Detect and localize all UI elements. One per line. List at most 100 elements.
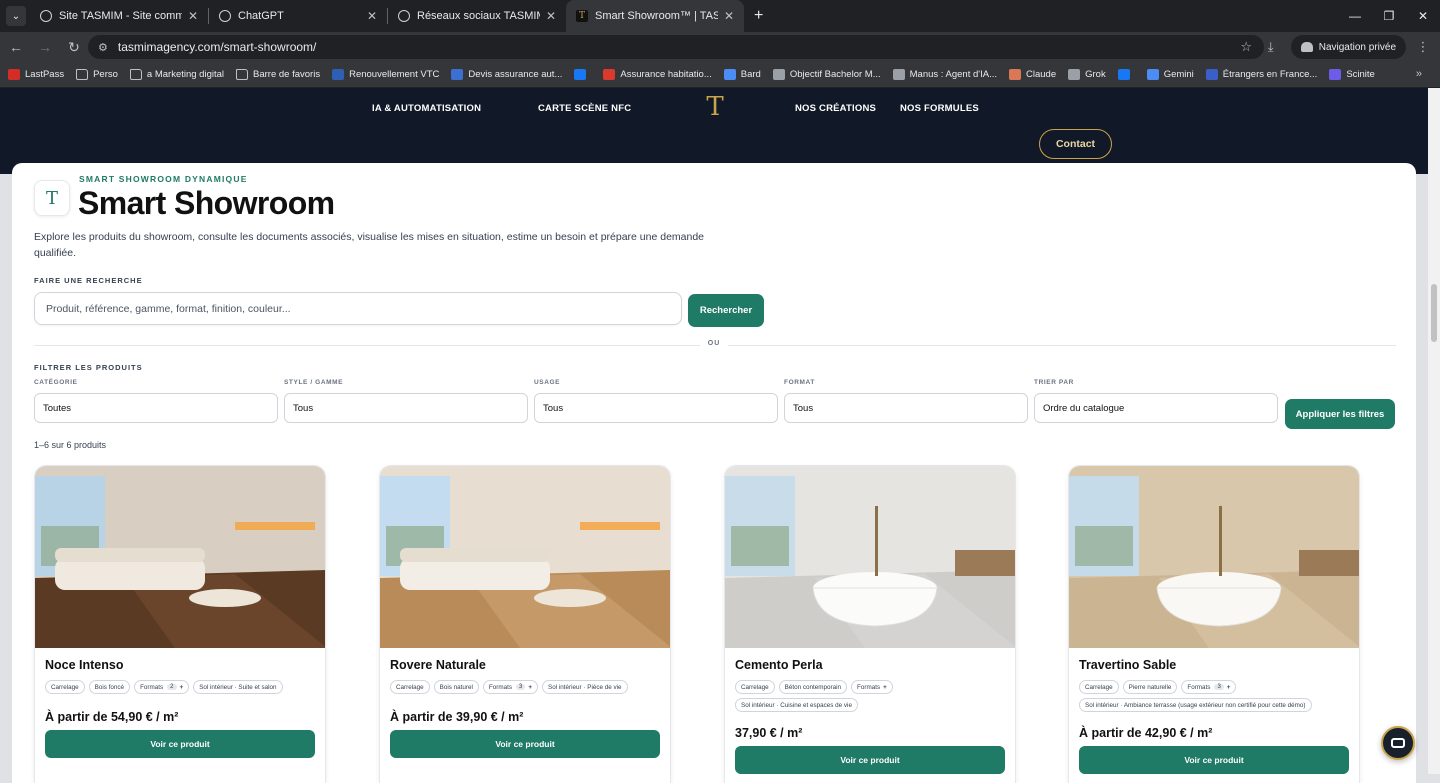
globe-icon bbox=[40, 10, 52, 22]
bookmarks-bar: LastPass Perso a Marketing digital Barre de… bbox=[0, 62, 1440, 88]
new-tab-plus-icon[interactable]: + bbox=[754, 7, 763, 25]
scrollbar-thumb[interactable] bbox=[1431, 284, 1437, 342]
tag-formats: Formats 3 + bbox=[1181, 680, 1237, 694]
bookmark-label: Gemini bbox=[1163, 69, 1194, 80]
tag-usage: Sol intérieur · Suite et salon bbox=[193, 680, 283, 694]
tab-label: Site TASMIM - Site commercial bbox=[59, 10, 182, 22]
product-card[interactable]: Rovere Naturale Carrelage Bois naturel For… bbox=[379, 465, 671, 783]
tasmim-logo[interactable]: T bbox=[702, 94, 728, 120]
search-input[interactable] bbox=[34, 292, 682, 325]
scene-fireplace bbox=[580, 522, 660, 530]
nav-link-nos-creations[interactable]: NOS CRÉATIONS bbox=[795, 103, 876, 114]
bookmark-item[interactable]: Gemini bbox=[1146, 69, 1194, 80]
filter-select-style[interactable]: Tous bbox=[284, 393, 528, 423]
close-icon[interactable]: ✕ bbox=[546, 9, 556, 23]
menu-kebab-icon[interactable]: ⋮ bbox=[1416, 39, 1430, 55]
close-icon[interactable]: ✕ bbox=[188, 9, 198, 23]
filter-select-category[interactable]: Toutes bbox=[34, 393, 278, 423]
site-settings-icon[interactable]: ⚙ bbox=[98, 41, 108, 54]
download-icon[interactable]: ⤓ bbox=[1261, 39, 1281, 55]
browser-tab-3[interactable]: T Smart Showroom™ | TASMIM - ✕ bbox=[566, 0, 744, 32]
bookmark-item[interactable]: Manus : Agent d'IA... bbox=[892, 69, 997, 80]
back-arrow-icon[interactable]: ← bbox=[3, 34, 29, 60]
page-scrollbar[interactable] bbox=[1428, 88, 1440, 774]
site-favicon-icon bbox=[1068, 69, 1081, 80]
showroom-logo-icon: T bbox=[34, 180, 70, 216]
bookmark-item[interactable] bbox=[574, 69, 591, 80]
filter-select-sort[interactable]: Ordre du catalogue bbox=[1034, 393, 1278, 423]
browser-tab-0[interactable]: Site TASMIM - Site commercial ✕ bbox=[30, 0, 208, 32]
bookmark-item[interactable]: Claude bbox=[1009, 69, 1056, 80]
tab-search-chevron-icon[interactable]: ⌄ bbox=[6, 6, 26, 26]
browser-tab-2[interactable]: Réseaux sociaux TASMIM - Mou ✕ bbox=[388, 0, 566, 32]
site-favicon-icon bbox=[603, 69, 616, 80]
tag-formats: Formats + bbox=[851, 680, 893, 694]
bookmark-item[interactable]: Étrangers en France... bbox=[1205, 69, 1317, 80]
nav-link-ia-automatisation[interactable]: IA & AUTOMATISATION bbox=[372, 103, 481, 114]
nav-link-nos-formules[interactable]: NOS FORMULES bbox=[900, 103, 979, 114]
chat-widget-button[interactable] bbox=[1381, 726, 1415, 760]
view-product-button[interactable]: Voir ce produit bbox=[45, 730, 315, 758]
search-button[interactable]: Rechercher bbox=[688, 294, 764, 327]
incognito-badge[interactable]: Navigation privée bbox=[1290, 35, 1406, 59]
page-title: Smart Showroom bbox=[78, 185, 335, 221]
filter-label-style: STYLE / GAMME bbox=[284, 379, 344, 386]
tab-label: Smart Showroom™ | TASMIM - bbox=[595, 10, 718, 22]
restore-icon[interactable]: ❐ bbox=[1372, 0, 1406, 32]
contact-button[interactable]: Contact bbox=[1039, 129, 1112, 159]
bookmark-label: Bard bbox=[740, 69, 761, 80]
view-product-button[interactable]: Voir ce produit bbox=[1079, 746, 1349, 774]
minimize-icon[interactable]: — bbox=[1338, 0, 1372, 32]
browser-tab-1[interactable]: ChatGPT ✕ bbox=[209, 0, 387, 32]
forward-arrow-icon[interactable]: → bbox=[32, 34, 58, 60]
bookmark-item[interactable]: Assurance habitatio... bbox=[603, 69, 712, 80]
bookmark-item[interactable]: a Marketing digital bbox=[129, 69, 224, 80]
product-tags: Carrelage Pierre naturelle Formats 3 + Sol in… bbox=[1079, 680, 1355, 712]
bookmark-item[interactable]: Perso bbox=[76, 69, 118, 80]
nav-link-carte-nfc[interactable]: CARTE SCÈNE NFC bbox=[538, 103, 631, 114]
room-scene-illustration bbox=[380, 466, 670, 648]
tag-category-label: Carrelage bbox=[51, 683, 79, 691]
product-image[interactable] bbox=[380, 466, 670, 648]
reload-icon[interactable]: ↻ bbox=[61, 34, 87, 60]
tag-style: Bois foncé bbox=[88, 680, 131, 694]
bookmark-item[interactable]: LastPass bbox=[8, 69, 64, 80]
product-card[interactable]: Travertino Sable Carrelage Pierre naturel… bbox=[1068, 465, 1360, 783]
tag-formats-label: Formats bbox=[140, 683, 164, 691]
bookmark-item[interactable]: Bard bbox=[723, 69, 761, 80]
bookmark-star-icon[interactable]: ☆ bbox=[1240, 39, 1252, 55]
showroom-panel: T SMART SHOWROOM DYNAMIQUE Smart Showroo… bbox=[12, 163, 1416, 783]
bookmark-item[interactable]: Grok bbox=[1068, 69, 1106, 80]
product-image[interactable] bbox=[35, 466, 325, 648]
close-icon[interactable]: ✕ bbox=[724, 9, 734, 23]
bookmark-item[interactable]: Renouvellement VTC bbox=[332, 69, 439, 80]
tag-category: Carrelage bbox=[45, 680, 85, 694]
close-icon[interactable]: ✕ bbox=[367, 9, 377, 23]
product-card[interactable]: Cemento Perla Carrelage Béton contemporai… bbox=[724, 465, 1016, 783]
bookmarks-overflow-icon[interactable]: » bbox=[1416, 68, 1422, 80]
bookmark-item[interactable] bbox=[1117, 69, 1135, 80]
product-card[interactable]: Noce Intenso Carrelage Bois foncé Formats 2… bbox=[34, 465, 326, 783]
product-price: À partir de 42,90 € / m² bbox=[1079, 726, 1213, 740]
scene-sofa-back bbox=[400, 548, 550, 562]
tag-style-label: Pierre naturelle bbox=[1128, 683, 1172, 691]
room-scene-illustration bbox=[35, 466, 325, 648]
bookmark-item[interactable]: Barre de favoris bbox=[236, 69, 320, 80]
browser-toolbar: ← → ↻ ⚙ tasmimagency.com/smart-showroom/… bbox=[0, 32, 1440, 62]
bookmark-item[interactable]: Objectif Bachelor M... bbox=[772, 69, 881, 80]
product-image[interactable] bbox=[725, 466, 1015, 648]
view-product-button[interactable]: Voir ce produit bbox=[735, 746, 1005, 774]
filter-select-format[interactable]: Tous bbox=[784, 393, 1028, 423]
window-close-icon[interactable]: ✕ bbox=[1406, 0, 1440, 32]
view-product-button[interactable]: Voir ce produit bbox=[390, 730, 660, 758]
bookmark-item[interactable]: Scinite bbox=[1329, 69, 1375, 80]
apply-filters-button[interactable]: Appliquer les filtres bbox=[1285, 399, 1395, 429]
filter-select-usage[interactable]: Tous bbox=[534, 393, 778, 423]
address-bar[interactable]: ⚙ tasmimagency.com/smart-showroom/ ☆ bbox=[88, 35, 1264, 59]
tag-style-label: Bois naturel bbox=[439, 683, 473, 691]
product-image[interactable] bbox=[1069, 466, 1359, 648]
scene-greenery bbox=[731, 526, 789, 566]
scene-vanity bbox=[1299, 550, 1359, 576]
tag-formats: Formats 2 + bbox=[134, 680, 190, 694]
bookmark-item[interactable]: Devis assurance aut... bbox=[451, 69, 562, 80]
